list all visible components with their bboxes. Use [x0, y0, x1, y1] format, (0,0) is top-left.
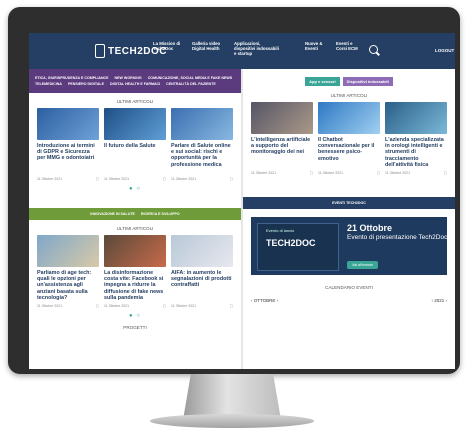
- article-thumbnail: [37, 235, 99, 267]
- article-title[interactable]: Parliamo di age tech: quali le opzioni p…: [37, 270, 99, 302]
- chevron-right-icon[interactable]: ›: [444, 298, 448, 303]
- category-communication[interactable]: Comunicazione, social media e fake news: [148, 76, 232, 80]
- top-navbar: TECH2DOC La Mission di Tech2Doc Galleria…: [29, 33, 455, 69]
- article-title[interactable]: L'intelligenza artificiale a supporto de…: [251, 137, 313, 169]
- carousel-dots[interactable]: ● ○: [29, 313, 241, 319]
- events-bar-label[interactable]: EVENTI TECH2DOC: [332, 201, 366, 205]
- article-date: 11 Ottobre 2021: [37, 177, 63, 181]
- carousel-dots[interactable]: ● ○: [29, 186, 241, 192]
- category-wearables[interactable]: Dispositivi indossabili: [342, 76, 393, 86]
- events-bar: EVENTI TECH2DOC: [243, 197, 455, 209]
- category-telemedicine[interactable]: Telemedicina: [35, 82, 62, 86]
- article-card[interactable]: AIFA: in aumento le segnalazioni di prod…: [171, 235, 233, 308]
- article-card[interactable]: L'intelligenza artificiale a supporto de…: [251, 102, 313, 175]
- article-date: 11 Ottobre 2021: [104, 177, 130, 181]
- event-image-caption: Evento di lancio: [266, 228, 295, 233]
- calendar-title: CALENDARIO EVENTI: [325, 285, 373, 290]
- category-ethics[interactable]: Etica, giurisprudenza e compliance: [35, 76, 109, 80]
- bookmark-icon[interactable]: ▢: [96, 304, 99, 308]
- left-column: Etica, giurisprudenza e compliance New w…: [29, 69, 241, 369]
- article-title[interactable]: AIFA: in aumento le segnalazioni di prod…: [171, 270, 233, 302]
- event-banner[interactable]: Evento di lancio TECH2DOC 21 Ottobre Eve…: [251, 217, 447, 275]
- category-research[interactable]: Ricerca e sviluppo: [141, 212, 180, 216]
- bookmark-icon[interactable]: ▢: [96, 177, 99, 181]
- logo-icon: [95, 44, 105, 58]
- logout-link[interactable]: LOGOUT: [435, 48, 454, 53]
- category-innovation[interactable]: Innovazione in salute: [90, 212, 135, 216]
- bookmark-icon[interactable]: ▢: [163, 177, 166, 181]
- event-title: Evento di presentazione Tech2Doc: [347, 234, 448, 241]
- bookmark-icon[interactable]: ▢: [230, 177, 233, 181]
- bookmark-icon[interactable]: ▢: [230, 304, 233, 308]
- article-date: 11 Ottobre 2021: [318, 171, 344, 175]
- search-icon[interactable]: [369, 45, 378, 54]
- projects-title: PROGETTI: [123, 325, 147, 330]
- article-thumbnail: [318, 102, 380, 134]
- article-date: 11 Ottobre 2021: [37, 304, 63, 308]
- article-date: 11 Ottobre 2021: [171, 304, 197, 308]
- event-image-brand: TECH2DOC: [266, 238, 316, 248]
- article-card[interactable]: Introduzione ai termini di GDPR e Sicure…: [37, 108, 99, 181]
- article-title[interactable]: Il Chatbot conversazionale per il beness…: [318, 137, 380, 169]
- article-title[interactable]: Il futuro della Salute: [104, 143, 166, 175]
- calendar-nav: ‹ OTTOBRE › ‹ 2021 ›: [243, 298, 455, 303]
- section-title: ULTIMI ARTICOLI: [116, 226, 154, 231]
- category-patient-centrality[interactable]: Centralità del paziente: [166, 82, 216, 86]
- section-title: ULTIMI ARTICOLI: [330, 93, 368, 98]
- calendar-year[interactable]: ‹ 2021 ›: [431, 298, 447, 303]
- category-apps-sensors[interactable]: App e sensori: [305, 76, 340, 86]
- article-title[interactable]: La disinformazione costa vite: Facebook …: [104, 270, 166, 302]
- calendar-month-label: OTTOBRE: [253, 298, 276, 303]
- article-card[interactable]: Parlare di Salute online e sui social: r…: [171, 108, 233, 181]
- article-cards: L'intelligenza artificiale a supporto de…: [243, 102, 455, 175]
- nav-item-video-gallery[interactable]: Galleria video Digital Health: [192, 41, 226, 51]
- bookmark-icon[interactable]: ▢: [310, 171, 313, 175]
- event-button[interactable]: Vai all'evento: [347, 261, 378, 269]
- monitor-bezel: TECH2DOC La Mission di Tech2Doc Galleria…: [8, 7, 460, 374]
- article-thumbnail: [104, 235, 166, 267]
- article-thumbnail: [385, 102, 447, 134]
- category-new-working[interactable]: New working: [115, 76, 142, 80]
- event-date: 21 Ottobre: [347, 223, 393, 233]
- category-digital-health[interactable]: Digital health e farmaci: [110, 82, 160, 86]
- article-date: 11 Ottobre 2021: [251, 171, 277, 175]
- article-thumbnail: [37, 108, 99, 140]
- nav-item-news-events[interactable]: Nuove & Eventi: [305, 41, 325, 51]
- article-title[interactable]: L'azienda specializzata in orologi intel…: [385, 137, 447, 169]
- right-column: App e sensori Dispositivi indossabili UL…: [243, 69, 455, 369]
- monitor-stand-base: [150, 414, 314, 428]
- calendar-year-label: 2021: [434, 298, 445, 303]
- article-thumbnail: [171, 108, 233, 140]
- article-card[interactable]: Il Chatbot conversazionale per il beness…: [318, 102, 380, 175]
- calendar-month[interactable]: ‹ OTTOBRE ›: [251, 298, 278, 303]
- category-digital-thinking[interactable]: Pensiero digitale: [68, 82, 104, 86]
- chevron-right-icon[interactable]: ›: [275, 298, 279, 303]
- article-cards: Parliamo di age tech: quali le opzioni p…: [29, 235, 241, 308]
- screen: TECH2DOC La Mission di Tech2Doc Galleria…: [29, 33, 455, 369]
- event-image: Evento di lancio TECH2DOC: [257, 223, 339, 271]
- bookmark-icon[interactable]: ▢: [444, 171, 447, 175]
- article-title[interactable]: Introduzione ai termini di GDPR e Sicure…: [37, 143, 99, 175]
- article-card[interactable]: Il futuro della Salute 11 Ottobre 2021 ▢: [104, 108, 166, 181]
- article-date: 11 Ottobre 2021: [104, 304, 130, 308]
- category-bar-green: Innovazione in salute Ricerca e sviluppo: [29, 208, 241, 220]
- article-card[interactable]: L'azienda specializzata in orologi intel…: [385, 102, 447, 175]
- article-thumbnail: [251, 102, 313, 134]
- bookmark-icon[interactable]: ▢: [377, 171, 380, 175]
- article-card[interactable]: Parliamo di age tech: quali le opzioni p…: [37, 235, 99, 308]
- article-thumbnail: [104, 108, 166, 140]
- bookmark-icon[interactable]: ▢: [163, 304, 166, 308]
- section-title: ULTIMI ARTICOLI: [116, 99, 154, 104]
- article-date: 11 Ottobre 2021: [385, 171, 411, 175]
- article-card[interactable]: La disinformazione costa vite: Facebook …: [104, 235, 166, 308]
- nav-item-mission[interactable]: La Mission di Tech2Doc: [153, 41, 183, 51]
- article-thumbnail: [171, 235, 233, 267]
- article-title[interactable]: Parlare di Salute online e sui social: r…: [171, 143, 233, 175]
- nav-item-apps-devices[interactable]: Applicazioni, dispositivi indossabili e …: [234, 41, 282, 56]
- category-bar-left: Etica, giurisprudenza e compliance New w…: [29, 69, 241, 93]
- category-bar-right: App e sensori Dispositivi indossabili: [243, 75, 455, 87]
- nav-item-ecm-courses[interactable]: Eventi e Corsi ECM: [336, 41, 360, 51]
- article-date: 11 Ottobre 2021: [171, 177, 197, 181]
- article-cards: Introduzione ai termini di GDPR e Sicure…: [29, 108, 241, 181]
